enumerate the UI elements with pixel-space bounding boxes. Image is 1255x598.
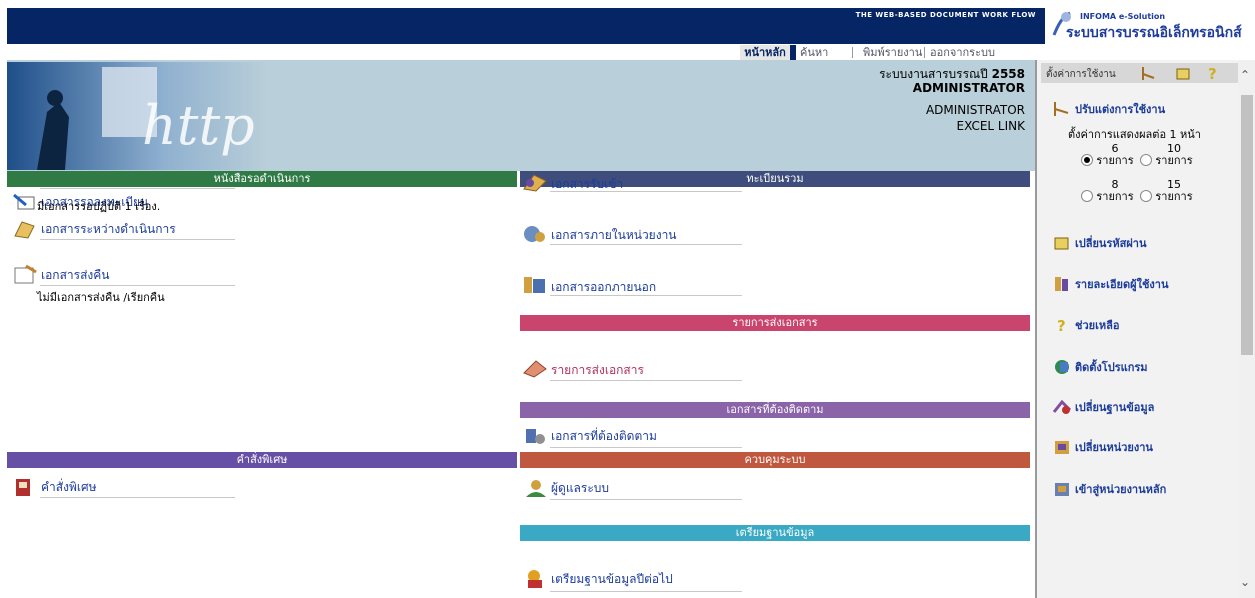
panel-change-database[interactable]: เปลี่ยนฐานข้อมูล [1052, 398, 1154, 416]
panel-install[interactable]: ติดตั้งโปรแกรม [1052, 358, 1148, 376]
item-special[interactable]: คำสั่งพิเศษ [12, 476, 97, 498]
section-follow: เอกสารที่ต้องติดตาม [520, 402, 1030, 418]
follow-document-icon [522, 425, 548, 447]
underline [550, 244, 742, 245]
radio-6-label: 6 รายการ [1096, 142, 1134, 167]
banner-image: http [7, 62, 267, 170]
menu-print-report[interactable]: พิมพ์รายงาน [863, 45, 922, 60]
menu-logout[interactable]: ออกจากระบบ [930, 45, 995, 60]
scroll-up-icon[interactable]: ⌃ [1240, 68, 1250, 82]
key-tab-icon[interactable] [1174, 64, 1192, 82]
scroll-down-icon[interactable]: ⌄ [1240, 575, 1250, 589]
svg-text:?: ? [1057, 317, 1066, 334]
item-in-progress[interactable]: เอกสารระหว่างดำเนินการ [12, 218, 176, 240]
change-unit-icon [1052, 438, 1072, 456]
menu-separator [924, 47, 925, 58]
section-send-list: รายการส่งเอกสาร [520, 315, 1030, 331]
item-prepare-next[interactable]: เตรียมฐานข้อมูลปีต่อไป [522, 568, 673, 590]
radio-8-label: 8 รายการ [1096, 178, 1134, 203]
radio-6[interactable] [1081, 154, 1093, 166]
radio-8[interactable] [1081, 190, 1093, 202]
section-special: คำสั่งพิเศษ [7, 452, 517, 468]
underline [40, 239, 235, 240]
item-admin[interactable]: ผู้ดูแลระบบ [522, 477, 609, 499]
key-icon [1052, 234, 1072, 252]
pen-document-icon [12, 191, 38, 213]
panel-user-details[interactable]: รายละเอียดผู้ใช้งาน [1052, 275, 1168, 293]
underline [40, 497, 235, 498]
help-icon: ? [1052, 316, 1072, 335]
panel-change-password[interactable]: เปลี่ยนรหัสผ่าน [1052, 234, 1146, 252]
underline [40, 285, 235, 286]
item-internal[interactable]: เอกสารภายในหน่วยงาน [522, 222, 677, 245]
customize-tab-icon[interactable] [1140, 64, 1158, 82]
administrator-icon [522, 477, 548, 499]
special-order-icon [12, 476, 38, 498]
radio-15-label: 15 รายการ [1155, 178, 1193, 203]
underline [550, 191, 742, 192]
radio-10-label: 10 รายการ [1155, 142, 1193, 167]
brand-large: ระบบสารบรรณอิเล็กทรอนิกส์ [1066, 25, 1242, 41]
radio-15[interactable] [1140, 190, 1152, 202]
change-database-icon [1052, 398, 1072, 416]
user-details-icon [1052, 275, 1072, 293]
received-document-icon [522, 171, 548, 193]
item-send-list[interactable]: รายการส่งเอกสาร [522, 355, 644, 380]
underline [550, 380, 742, 381]
customize-icon [1052, 100, 1072, 118]
header-excel-link[interactable]: EXCEL LINK [957, 119, 1025, 133]
install-icon [1052, 358, 1072, 376]
internal-document-icon [522, 223, 548, 245]
panel-change-unit[interactable]: เปลี่ยนหน่วยงาน [1052, 438, 1153, 456]
menu-home[interactable]: หน้าหลัก [740, 45, 796, 60]
scrollbar-thumb[interactable] [1241, 95, 1253, 355]
document-hand-icon [12, 218, 38, 240]
section-control: ควบคุมระบบ [520, 452, 1030, 468]
header-admin: ADMINISTRATOR [925, 103, 1025, 117]
underline [40, 188, 235, 189]
item-follow[interactable]: เอกสารที่ต้องติดตาม [522, 425, 657, 447]
item-returned[interactable]: เอกสารส่งคืน [12, 264, 110, 286]
section-prepare: เตรียมฐานข้อมูล [520, 525, 1030, 541]
settings-tab-title[interactable]: ตั้งค่าการใช้งาน [1046, 67, 1116, 82]
header-admin-bold: ADMINISTRATOR [912, 81, 1025, 95]
panel-help[interactable]: ? ช่วยเหลือ [1052, 316, 1119, 335]
tagline: THE WEB-BASED DOCUMENT WORK FLOW [855, 11, 1036, 19]
menu-separator [852, 47, 853, 58]
send-document-icon [522, 357, 548, 379]
panel-customize[interactable]: ปรับแต่งการใช้งาน [1052, 100, 1165, 118]
main-unit-icon [1052, 480, 1072, 498]
section-pending: หนังสือรอดำเนินการ [7, 171, 517, 187]
svg-text:?: ? [1208, 65, 1217, 82]
database-prepare-icon [522, 568, 548, 590]
menu-search[interactable]: ค้นหา [800, 45, 828, 60]
awaiting-note-text: มีเอกสารรอปฏิบัติ 1 เรื่อง. [37, 200, 161, 213]
returned-note: ไม่มีเอกสารส่งคืน /เรียกคืน [37, 291, 165, 304]
item-external[interactable]: เอกสารออกภายนอก [522, 270, 656, 297]
panel-main-unit[interactable]: เข้าสู่หน่วยงานหลัก [1052, 480, 1166, 498]
external-document-icon [522, 273, 548, 295]
svg-text:http: http [142, 94, 255, 157]
underline [550, 499, 742, 500]
returned-document-icon [12, 264, 38, 286]
brand-small: INFOMA e-Solution [1080, 12, 1166, 21]
underline [550, 295, 742, 296]
radio-10[interactable] [1140, 154, 1152, 166]
underline [550, 447, 742, 448]
underline [550, 591, 742, 592]
help-tab-icon[interactable]: ? [1204, 64, 1222, 83]
display-setting-label: ตั้งค่าการแสดงผลต่อ 1 หน้า [1068, 128, 1201, 141]
